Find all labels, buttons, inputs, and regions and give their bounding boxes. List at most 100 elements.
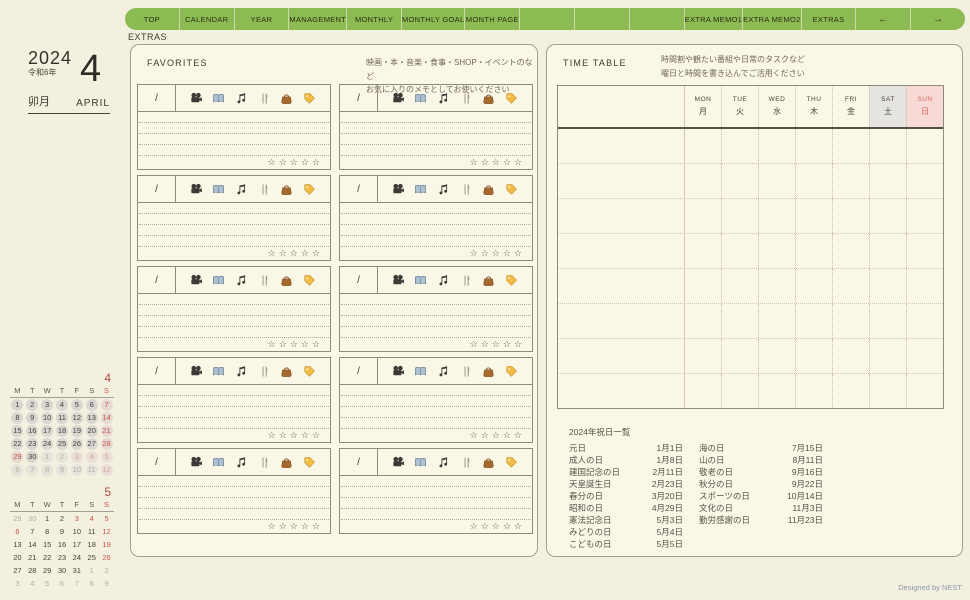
nav-tab-extra-memo1[interactable]: EXTRA MEMO1 [683, 8, 742, 30]
music-notes-icon[interactable] [437, 456, 450, 469]
book-icon[interactable] [212, 274, 225, 287]
timetable-cell[interactable] [795, 129, 832, 163]
date-cell[interactable]: 6 [84, 398, 99, 411]
timetable-cell[interactable] [906, 199, 943, 233]
date-cell[interactable]: 6 [10, 463, 25, 476]
date-cell[interactable]: 7 [25, 525, 40, 538]
timetable-cell[interactable] [906, 269, 943, 303]
memo-area[interactable] [139, 112, 329, 156]
timetable-cell[interactable] [758, 374, 795, 408]
fork-knife-icon[interactable] [460, 183, 473, 196]
music-notes-icon[interactable] [235, 365, 248, 378]
date-slash-field[interactable]: / [138, 176, 176, 202]
fork-knife-icon[interactable] [258, 92, 271, 105]
date-slash-field[interactable]: / [340, 267, 378, 293]
fork-knife-icon[interactable] [460, 274, 473, 287]
star-rating[interactable]: ☆☆☆☆☆ [268, 157, 323, 168]
date-cell[interactable]: 3 [69, 512, 84, 525]
date-slash-field[interactable]: / [340, 449, 378, 475]
date-cell[interactable]: 17 [69, 538, 84, 551]
memo-area[interactable] [341, 294, 531, 338]
timetable-cell[interactable] [832, 339, 869, 373]
fork-knife-icon[interactable] [460, 456, 473, 469]
handbag-icon[interactable] [482, 274, 495, 287]
memo-area[interactable] [341, 476, 531, 520]
memo-line[interactable] [139, 418, 329, 429]
memo-line[interactable] [341, 236, 531, 247]
date-cell[interactable]: 22 [40, 551, 55, 564]
tag-icon[interactable] [303, 365, 316, 378]
date-cell[interactable]: 12 [99, 463, 114, 476]
memo-line[interactable] [139, 112, 329, 123]
handbag-icon[interactable] [280, 456, 293, 469]
timetable-cell[interactable] [758, 164, 795, 198]
memo-line[interactable] [341, 214, 531, 225]
timetable-cell[interactable] [906, 164, 943, 198]
date-cell[interactable]: 18 [55, 424, 70, 437]
date-cell[interactable]: 24 [69, 551, 84, 564]
memo-line[interactable] [139, 476, 329, 487]
memo-line[interactable] [139, 236, 329, 247]
timetable-time-cell[interactable] [558, 374, 684, 408]
memo-line[interactable] [139, 145, 329, 156]
timetable-time-cell[interactable] [558, 129, 684, 163]
date-slash-field[interactable]: / [340, 358, 378, 384]
date-cell[interactable]: 13 [84, 411, 99, 424]
timetable-cell[interactable] [869, 234, 906, 268]
date-slash-field[interactable]: / [340, 176, 378, 202]
date-cell[interactable]: 17 [40, 424, 55, 437]
date-cell[interactable]: 19 [69, 424, 84, 437]
music-notes-icon[interactable] [235, 274, 248, 287]
timetable-cell[interactable] [869, 374, 906, 408]
date-cell[interactable]: 31 [69, 564, 84, 577]
timetable-cell[interactable] [758, 129, 795, 163]
tag-icon[interactable] [505, 92, 518, 105]
timetable-cell[interactable] [684, 339, 721, 373]
date-cell[interactable]: 9 [99, 577, 114, 590]
memo-line[interactable] [341, 316, 531, 327]
timetable-cell[interactable] [832, 269, 869, 303]
handbag-icon[interactable] [280, 365, 293, 378]
date-cell[interactable]: 21 [99, 424, 114, 437]
timetable-cell[interactable] [795, 339, 832, 373]
memo-line[interactable] [341, 327, 531, 338]
handbag-icon[interactable] [280, 92, 293, 105]
book-icon[interactable] [212, 365, 225, 378]
memo-line[interactable] [341, 123, 531, 134]
music-notes-icon[interactable] [437, 274, 450, 287]
movie-camera-icon[interactable] [190, 274, 203, 287]
date-cell[interactable]: 23 [55, 551, 70, 564]
star-rating[interactable]: ☆☆☆☆☆ [470, 521, 525, 532]
fork-knife-icon[interactable] [258, 456, 271, 469]
memo-line[interactable] [139, 294, 329, 305]
timetable-cell[interactable] [684, 269, 721, 303]
handbag-icon[interactable] [482, 456, 495, 469]
date-cell[interactable]: 2 [55, 512, 70, 525]
timetable-cell[interactable] [721, 129, 758, 163]
date-cell[interactable]: 30 [25, 450, 40, 463]
timetable-cell[interactable] [721, 339, 758, 373]
timetable-time-cell[interactable] [558, 339, 684, 373]
date-cell[interactable]: 8 [84, 577, 99, 590]
memo-line[interactable] [341, 487, 531, 498]
date-cell[interactable]: 14 [25, 538, 40, 551]
handbag-icon[interactable] [280, 274, 293, 287]
timetable-cell[interactable] [795, 304, 832, 338]
date-cell[interactable]: 15 [40, 538, 55, 551]
nav-tab-month-page[interactable]: MONTH PAGE [464, 8, 519, 30]
memo-area[interactable] [341, 203, 531, 247]
timetable-cell[interactable] [758, 199, 795, 233]
movie-camera-icon[interactable] [392, 92, 405, 105]
memo-line[interactable] [341, 396, 531, 407]
timetable-cell[interactable] [906, 339, 943, 373]
timetable-cell[interactable] [869, 199, 906, 233]
timetable-cell[interactable] [795, 234, 832, 268]
date-cell[interactable]: 20 [10, 551, 25, 564]
book-icon[interactable] [414, 92, 427, 105]
book-icon[interactable] [414, 456, 427, 469]
timetable-cell[interactable] [758, 234, 795, 268]
timetable-cell[interactable] [684, 164, 721, 198]
timetable-cell[interactable] [832, 234, 869, 268]
tag-icon[interactable] [303, 274, 316, 287]
memo-line[interactable] [341, 385, 531, 396]
